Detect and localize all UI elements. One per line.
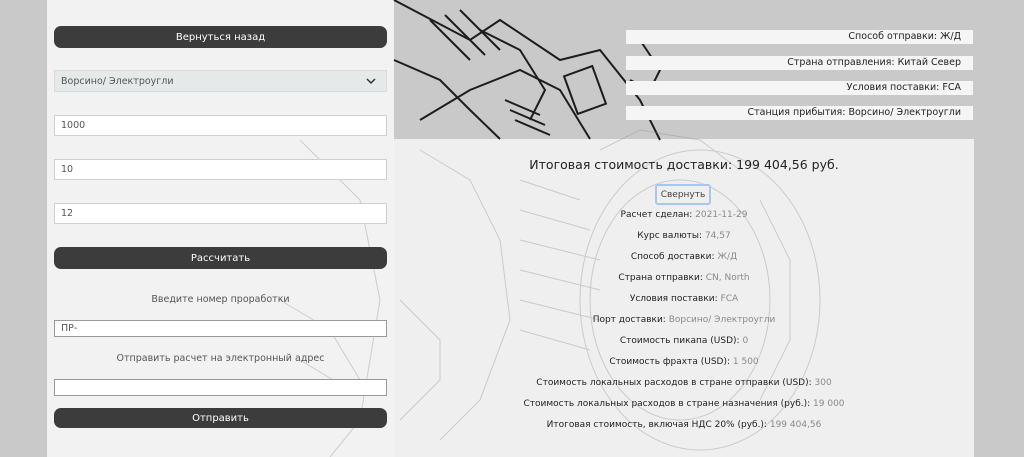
chevron-down-icon [366, 76, 376, 89]
result-detail-row: Стоимость пикапа (USD): 0 [394, 336, 974, 346]
result-detail-row: Стоимость локальных расходов в стране на… [394, 399, 974, 409]
result-detail-row: Стоимость локальных расходов в стране от… [394, 378, 974, 388]
result-detail-value: FCA [720, 294, 739, 304]
result-detail-value: Ж/Д [717, 252, 738, 262]
proposal-number-input[interactable]: ПР- [54, 320, 387, 337]
result-detail-row: Расчет сделан: 2021-11-29 [394, 210, 974, 220]
summary-delivery-terms: Условия поставки: FCA [626, 81, 973, 95]
email-input[interactable] [54, 379, 387, 396]
result-detail-value: 2021-11-29 [695, 210, 748, 220]
back-button[interactable]: Вернуться назад [54, 26, 387, 48]
result-detail-label: Расчет сделан: [620, 210, 696, 220]
result-detail-row: Итоговая стоимость, включая НДС 20% (руб… [394, 420, 974, 430]
enter-number-label: Введите номер проработки [151, 294, 290, 305]
result-detail-row: Стоимость фрахта (USD): 1 500 [394, 357, 974, 367]
field-2-input[interactable]: 10 [54, 159, 387, 180]
result-detail-label: Порт доставки: [592, 315, 669, 325]
result-detail-label: Условия поставки: [629, 294, 721, 304]
result-detail-label: Стоимость локальных расходов в стране от… [536, 378, 815, 388]
result-detail-value: Ворсино/ Электроугли [668, 315, 776, 325]
email-label: Отправить расчет на электронный адрес [116, 353, 325, 364]
result-detail-label: Стоимость фрахта (USD): [609, 357, 733, 367]
result-detail-label: Стоимость пикапа (USD): [619, 336, 743, 346]
send-button[interactable]: Отправить [54, 408, 387, 428]
result-detail-label: Итоговая стоимость, включая НДС 20% (руб… [546, 420, 770, 430]
result-detail-row: Страна отправки: CN, North [394, 273, 974, 283]
result-detail-row: Курс валюты: 74,57 [394, 231, 974, 241]
result-detail-row: Порт доставки: Ворсино/ Электроугли [394, 315, 974, 325]
calculate-button[interactable]: Рассчитать [54, 247, 387, 269]
result-detail-value: 74,57 [704, 231, 731, 241]
field-3-input[interactable]: 12 [54, 203, 387, 224]
field-1-input[interactable]: 1000 [54, 115, 387, 136]
result-detail-row: Условия поставки: FCA [394, 294, 974, 304]
result-detail-label: Страна отправки: [618, 273, 706, 283]
collapse-button[interactable]: Свернуть [655, 184, 711, 205]
result-detail-value: CN, North [705, 273, 750, 283]
summary-arrival-station: Станция прибытия: Ворсино/ Электроугли [626, 106, 973, 120]
result-detail-value: 199 404,56 [769, 420, 822, 430]
result-detail-value: 19 000 [813, 399, 845, 409]
summary-origin-country: Страна отправления: Китай Север [626, 56, 973, 70]
result-detail-label: Курс валюты: [637, 231, 705, 241]
result-detail-value: 1 500 [732, 357, 759, 367]
result-detail-label: Стоимость локальных расходов в стране на… [523, 399, 814, 409]
total-cost-title: Итоговая стоимость доставки: 199 404,56 … [529, 157, 839, 172]
summary-shipping-method: Способ отправки: Ж/Д [626, 30, 973, 44]
route-select-value: Ворсино/ Электроугли [61, 75, 174, 87]
result-detail-row: Способ доставки: Ж/Д [394, 252, 974, 262]
result-detail-label: Способ доставки: [630, 252, 718, 262]
route-select[interactable]: Ворсино/ Электроугли [54, 70, 387, 92]
result-detail-value: 0 [742, 336, 749, 346]
result-detail-value: 300 [814, 378, 832, 388]
